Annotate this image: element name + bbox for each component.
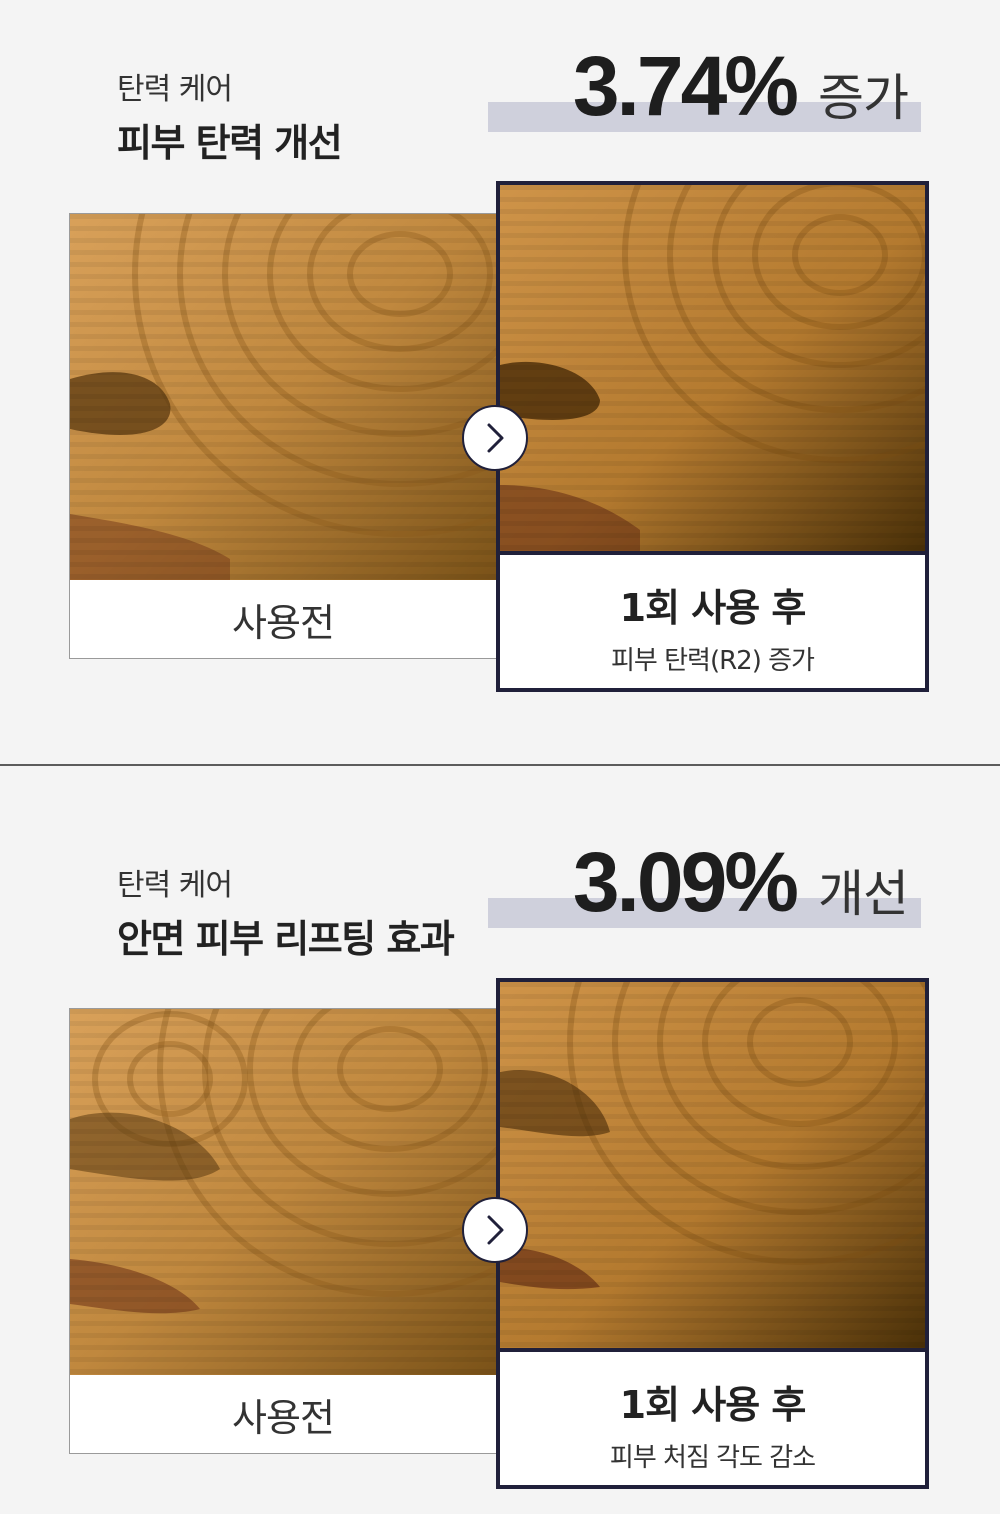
- section-eyebrow: 탄력 케어: [117, 868, 233, 903]
- next-arrow-button: [462, 405, 528, 471]
- after-photo: [500, 185, 925, 555]
- after-sublabel: 피부 처짐 각도 감소: [609, 1443, 816, 1473]
- elasticity-section: 탄력 케어 피부 탄력 개선 3.74% 증가 사용전 1회 사용 후 피부 탄…: [0, 0, 1000, 764]
- after-card: 1회 사용 후 피부 처짐 각도 감소: [496, 978, 929, 1489]
- before-photo: [70, 214, 496, 580]
- after-sublabel: 피부 탄력(R2) 증가: [611, 646, 815, 676]
- before-card: 사용전: [69, 1008, 497, 1454]
- after-photo: [500, 982, 925, 1352]
- after-label: 1회 사용 후: [619, 1383, 807, 1427]
- after-caption: 1회 사용 후 피부 탄력(R2) 증가: [500, 555, 925, 688]
- next-arrow-button: [462, 1197, 528, 1263]
- stat-value: 3.09%: [572, 835, 799, 929]
- before-label: 사용전: [232, 1395, 335, 1440]
- after-caption: 1회 사용 후 피부 처짐 각도 감소: [500, 1352, 925, 1485]
- before-photo: [70, 1009, 496, 1375]
- stat-value: 3.74%: [572, 39, 799, 133]
- before-label: 사용전: [232, 600, 335, 645]
- chevron-right-icon: [487, 1215, 504, 1245]
- stat-unit: 개선: [818, 865, 909, 923]
- after-label: 1회 사용 후: [619, 586, 807, 630]
- chevron-right-icon: [487, 423, 504, 453]
- section-title: 안면 피부 리프팅 효과: [117, 917, 455, 961]
- before-card: 사용전: [69, 213, 497, 659]
- stat-figure: 3.09% 개선: [572, 834, 909, 931]
- stat-unit: 증가: [818, 69, 909, 127]
- section-eyebrow: 탄력 케어: [117, 72, 233, 107]
- stat-figure: 3.74% 증가: [572, 38, 909, 135]
- lifting-section: 탄력 케어 안면 피부 리프팅 효과 3.09% 개선 사용전 1회 사용 후 …: [0, 766, 1000, 1514]
- after-card: 1회 사용 후 피부 탄력(R2) 증가: [496, 181, 929, 692]
- section-title: 피부 탄력 개선: [117, 121, 343, 165]
